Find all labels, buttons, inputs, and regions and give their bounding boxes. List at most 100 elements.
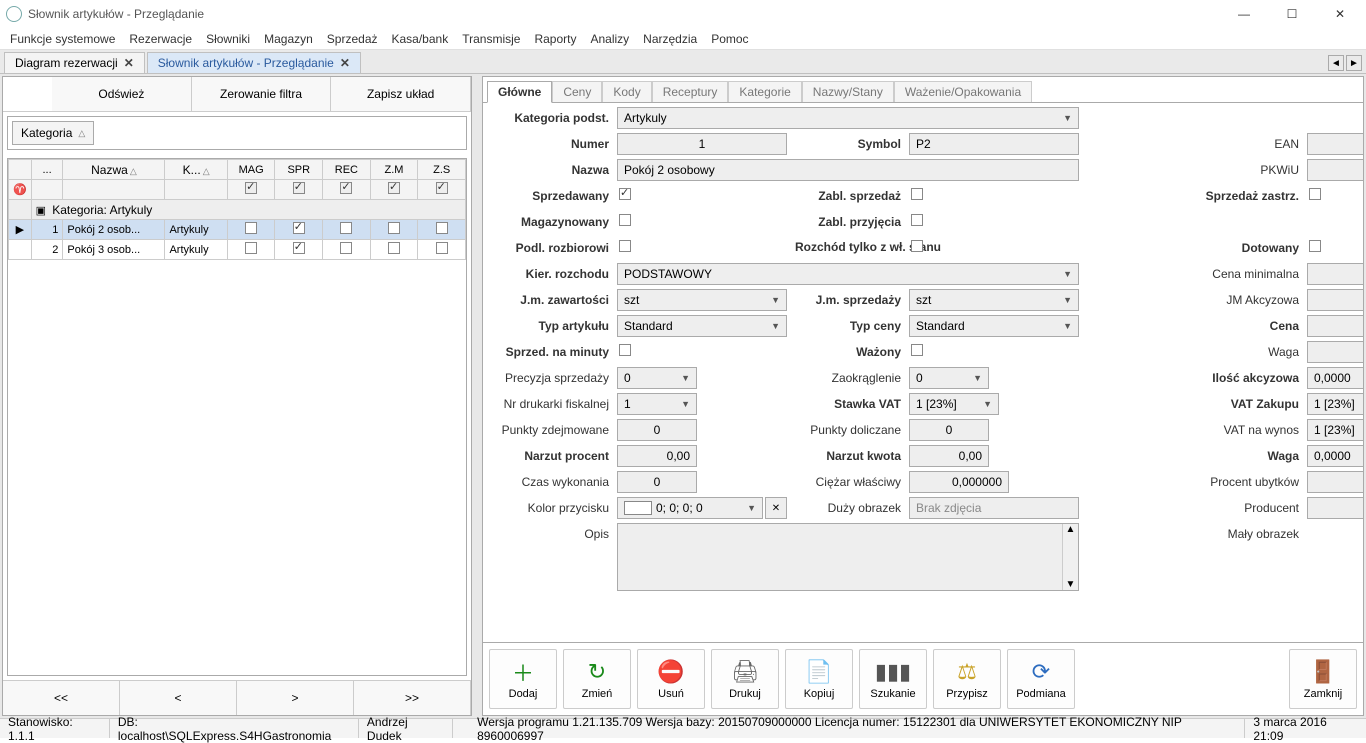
table-row[interactable]: 2 Pokój 3 osob... Artykuly	[9, 240, 466, 260]
tab-wazenie[interactable]: Ważenie/Opakowania	[894, 81, 1032, 102]
menu-slowniki[interactable]: Słowniki	[206, 32, 250, 46]
kolor-select[interactable]: 0; 0; 0; 0▼	[617, 497, 763, 519]
opis-textarea[interactable]: ▲▼	[617, 523, 1079, 591]
tab-kategorie[interactable]: Kategorie	[728, 81, 801, 102]
scrollbar[interactable]: ▲▼	[1062, 524, 1078, 590]
refresh-button[interactable]: Odśwież	[52, 77, 192, 111]
article-grid[interactable]: ... Nazwa△ K...△ MAG SPR REC Z.M Z.S ♈	[7, 158, 467, 676]
pane-resize-bar[interactable]	[474, 76, 480, 716]
col-rec[interactable]: REC	[323, 160, 371, 180]
print-button[interactable]: 🖨Drukuj	[711, 649, 779, 709]
col-indicator[interactable]	[9, 160, 32, 180]
tab-nazwy-stany[interactable]: Nazwy/Stany	[802, 81, 894, 102]
col-num[interactable]: ...	[31, 160, 63, 180]
typart-select[interactable]: Standard▼	[617, 315, 787, 337]
minimize-button[interactable]: —	[1224, 2, 1264, 26]
tab-scroll-left[interactable]: ◄	[1328, 55, 1344, 71]
stvat-select[interactable]: 1 [23%]▼	[909, 393, 999, 415]
vatzak-select[interactable]: 1 [23%]▼	[1307, 393, 1363, 415]
tab-close-icon[interactable]: ✕	[340, 56, 350, 70]
sprzedaz-zastrz-checkbox[interactable]	[1309, 188, 1321, 200]
prev-page-button[interactable]: <	[120, 681, 237, 715]
cell-zs[interactable]	[436, 242, 448, 254]
prec-select[interactable]: 0▼	[617, 367, 697, 389]
menu-kasa[interactable]: Kasa/bank	[392, 32, 449, 46]
col-zs[interactable]: Z.S	[418, 160, 466, 180]
menu-pomoc[interactable]: Pomoc	[711, 32, 748, 46]
copy-button[interactable]: 📄Kopiuj	[785, 649, 853, 709]
tab-kody[interactable]: Kody	[602, 81, 651, 102]
jms-select[interactable]: szt▼	[909, 289, 1079, 311]
group-by-pill[interactable]: Kategoria △	[12, 121, 94, 145]
edit-button[interactable]: ↻Zmień	[563, 649, 631, 709]
menu-raporty[interactable]: Raporty	[534, 32, 576, 46]
cell-spr[interactable]	[293, 242, 305, 254]
kategoria-select[interactable]: Artykuly▼	[617, 107, 1079, 129]
col-spr[interactable]: SPR	[275, 160, 323, 180]
filter-zs[interactable]	[418, 180, 466, 200]
tab-ceny[interactable]: Ceny	[552, 81, 602, 102]
cell-zm[interactable]	[388, 222, 400, 234]
col-nazwa[interactable]: Nazwa△	[63, 160, 165, 180]
tab-receptury[interactable]: Receptury	[652, 81, 729, 102]
magazynowany-checkbox[interactable]	[619, 214, 631, 226]
col-kat[interactable]: K...△	[165, 160, 227, 180]
menu-sprzedaz[interactable]: Sprzedaż	[327, 32, 378, 46]
table-row[interactable]: ▶ 1 Pokój 2 osob... Artykuly	[9, 220, 466, 240]
menu-analizy[interactable]: Analizy	[590, 32, 629, 46]
tab-glowne[interactable]: Główne	[487, 81, 552, 103]
typceny-select[interactable]: Standard▼	[909, 315, 1079, 337]
kier-select[interactable]: PODSTAWOWY▼	[617, 263, 1079, 285]
cell-spr[interactable]	[293, 222, 305, 234]
sprzedawany-checkbox[interactable]	[619, 188, 631, 200]
next-page-button[interactable]: >	[237, 681, 354, 715]
col-zm[interactable]: Z.M	[370, 160, 418, 180]
vatwyn-select[interactable]: 1 [23%]▼	[1307, 419, 1363, 441]
filter-num[interactable]	[31, 180, 63, 200]
close-window-button[interactable]: ✕	[1320, 2, 1360, 26]
rozchod-checkbox[interactable]	[911, 240, 923, 252]
menu-rezerwacje[interactable]: Rezerwacje	[129, 32, 192, 46]
waga1-select[interactable]: ▼	[1307, 341, 1363, 363]
menu-transmisje[interactable]: Transmisje	[462, 32, 520, 46]
assign-button[interactable]: ⚖Przypisz	[933, 649, 1001, 709]
swap-button[interactable]: ⟳Podmiana	[1007, 649, 1075, 709]
cell-mag[interactable]	[245, 242, 257, 254]
podl-rozb-checkbox[interactable]	[619, 240, 631, 252]
wazony-checkbox[interactable]	[911, 344, 923, 356]
filter-mag[interactable]	[227, 180, 275, 200]
tab-close-icon[interactable]: ✕	[124, 56, 134, 70]
reset-filter-button[interactable]: Zerowanie filtra	[192, 77, 332, 111]
first-page-button[interactable]: <<	[3, 681, 120, 715]
zaokr-select[interactable]: 0▼	[909, 367, 989, 389]
zabl-sprzedaz-checkbox[interactable]	[911, 188, 923, 200]
menu-narzedzia[interactable]: Narzędzia	[643, 32, 697, 46]
cell-rec[interactable]	[340, 222, 352, 234]
jmakc-select[interactable]: ▼	[1307, 289, 1363, 311]
close-button[interactable]: 🚪Zamknij	[1289, 649, 1357, 709]
dotowany-checkbox[interactable]	[1309, 240, 1321, 252]
tab-slownik-artykulow[interactable]: Słownik artykułów - Przeglądanie ✕	[147, 52, 361, 73]
filter-nazwa[interactable]	[63, 180, 165, 200]
filter-rec[interactable]	[323, 180, 371, 200]
filter-row-icon[interactable]: ♈	[9, 180, 32, 200]
maximize-button[interactable]: ☐	[1272, 2, 1312, 26]
col-mag[interactable]: MAG	[227, 160, 275, 180]
duzy-field[interactable]: Brak zdjęcia	[909, 497, 1079, 519]
nrdruk-select[interactable]: 1▼	[617, 393, 697, 415]
filter-kat[interactable]	[165, 180, 227, 200]
tab-scroll-right[interactable]: ►	[1346, 55, 1362, 71]
cell-zm[interactable]	[388, 242, 400, 254]
menu-magazyn[interactable]: Magazyn	[264, 32, 313, 46]
group-row[interactable]: ▣ Kategoria: Artykuly	[9, 200, 466, 220]
filter-zm[interactable]	[370, 180, 418, 200]
jmz-select[interactable]: szt▼	[617, 289, 787, 311]
cell-rec[interactable]	[340, 242, 352, 254]
sprzmin-checkbox[interactable]	[619, 344, 631, 356]
menu-funkcje[interactable]: Funkcje systemowe	[10, 32, 115, 46]
add-button[interactable]: ＋Dodaj	[489, 649, 557, 709]
tab-diagram-rezerwacji[interactable]: Diagram rezerwacji ✕	[4, 52, 145, 73]
cell-zs[interactable]	[436, 222, 448, 234]
save-layout-button[interactable]: Zapisz układ	[331, 77, 471, 111]
last-page-button[interactable]: >>	[354, 681, 471, 715]
